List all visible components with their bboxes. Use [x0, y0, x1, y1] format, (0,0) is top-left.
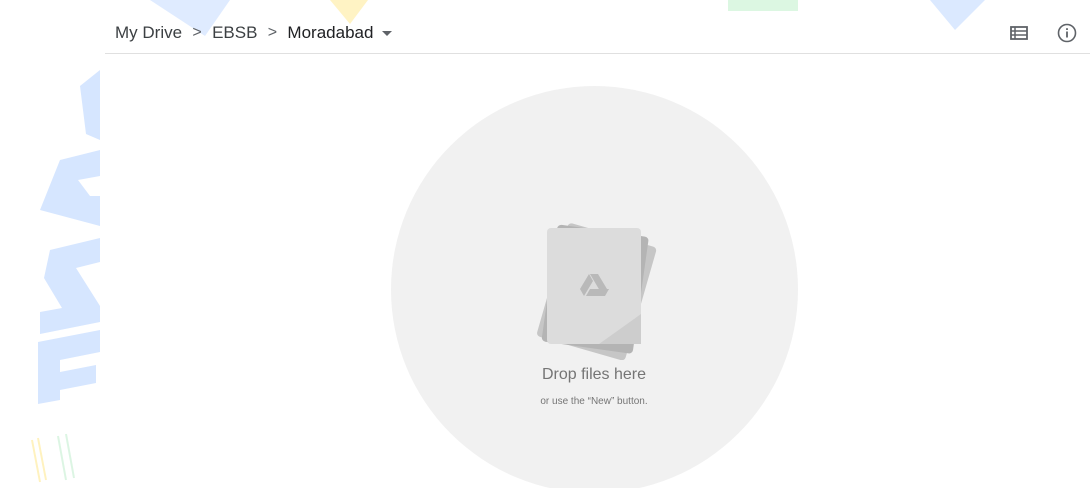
breadcrumb-item-my-drive[interactable]: My Drive	[114, 20, 183, 46]
breadcrumb-item-current-folder[interactable]: Moradabad	[286, 20, 374, 46]
info-icon[interactable]	[1056, 22, 1078, 44]
empty-folder-illustration	[537, 223, 657, 360]
drive-folder-page: My Drive > EBSB > Moradabad Drop files h…	[0, 0, 1090, 488]
drop-files-hint: or use the “New” button.	[540, 396, 648, 407]
list-view-icon[interactable]	[1008, 22, 1030, 44]
caret-down-icon[interactable]	[382, 20, 396, 46]
breadcrumb-item-ebsb[interactable]: EBSB	[211, 20, 258, 46]
breadcrumb-separator: >	[192, 24, 202, 41]
breadcrumb-separator: >	[267, 24, 278, 41]
drop-files-title: Drop files here	[541, 366, 647, 383]
breadcrumb: My Drive > EBSB > Moradabad	[114, 20, 396, 46]
folder-header: My Drive > EBSB > Moradabad	[105, 0, 1090, 54]
